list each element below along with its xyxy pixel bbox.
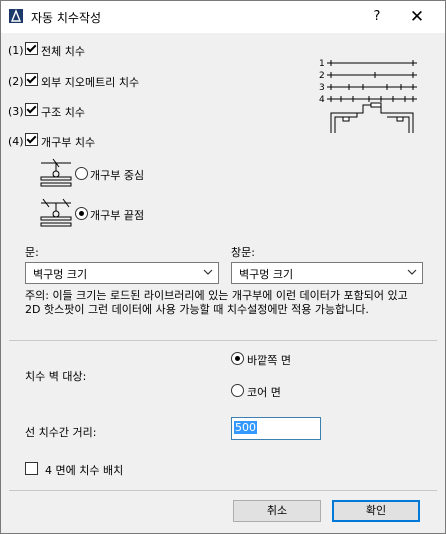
door-size-select[interactable]: 벽구멍 크기 xyxy=(25,262,219,284)
opening-center-radio[interactable] xyxy=(75,167,88,180)
chevron-down-icon xyxy=(407,269,417,275)
archicad-app-icon xyxy=(9,9,23,23)
note-text: 주의: 이들 크기는 로드된 라이브러리에 있는 개구부에 이런 데이터가 포함… xyxy=(25,289,408,316)
ok-button[interactable]: 확인 xyxy=(332,500,420,522)
separator xyxy=(9,340,437,341)
distance-input[interactable]: 500 xyxy=(231,417,321,440)
exterior-geometry-checkbox[interactable] xyxy=(25,73,38,86)
window-size-value: 벽구멍 크기 xyxy=(239,268,294,281)
cancel-button[interactable]: 취소 xyxy=(233,500,321,522)
opening-center-label[interactable]: 개구부 중심 xyxy=(90,167,144,183)
outer-face-label[interactable]: 바깥쪽 면 xyxy=(247,352,291,368)
distance-label: 선 치수간 거리: xyxy=(25,426,97,439)
option-3-number: (3) xyxy=(8,105,24,118)
chevron-down-icon xyxy=(203,269,213,275)
preview-number-4: 4 xyxy=(319,95,325,105)
structure-dimension-label[interactable]: 구조 치수 xyxy=(41,104,85,120)
total-dimension-label[interactable]: 전체 치수 xyxy=(41,43,85,59)
outer-face-radio[interactable] xyxy=(231,352,244,365)
option-1-number: (1) xyxy=(8,44,24,57)
preview-number-3: 3 xyxy=(319,83,325,93)
core-face-radio[interactable] xyxy=(231,384,244,397)
total-dimension-checkbox[interactable] xyxy=(25,42,38,55)
opening-edges-label[interactable]: 개구부 끝점 xyxy=(90,207,144,223)
dimension-preview-image: 1 2 3 4 xyxy=(319,59,417,133)
structure-dimension-checkbox[interactable] xyxy=(25,103,38,116)
window-size-select[interactable]: 벽구멍 크기 xyxy=(231,262,423,284)
window-label: 창문: xyxy=(231,246,255,259)
opening-dimension-checkbox[interactable] xyxy=(25,133,38,146)
opening-edges-icon xyxy=(40,198,72,227)
opening-dimension-label[interactable]: 개구부 치수 xyxy=(41,134,95,150)
opening-center-icon xyxy=(40,158,72,187)
door-size-value: 벽구멍 크기 xyxy=(33,268,88,281)
exterior-geometry-label[interactable]: 외부 지오메트리 치수 xyxy=(41,74,139,90)
distance-value: 500 xyxy=(234,421,257,434)
dialog-title: 자동 치수작성 xyxy=(31,11,102,25)
preview-number-1: 1 xyxy=(319,59,325,69)
four-sides-checkbox[interactable] xyxy=(25,462,38,475)
door-label: 문: xyxy=(25,246,39,259)
preview-number-2: 2 xyxy=(319,71,325,81)
opening-edges-radio[interactable] xyxy=(75,207,88,220)
auto-dimension-dialog: 자동 치수작성 ? ✕ (1) 전체 치수 (2) 외부 지오메트리 치수 (3… xyxy=(0,0,446,534)
title-bar: 자동 치수작성 ? ✕ xyxy=(1,1,445,33)
help-button[interactable]: ? xyxy=(363,5,391,29)
close-button[interactable]: ✕ xyxy=(399,5,435,29)
wall-target-label: 치수 벽 대상: xyxy=(25,370,87,383)
separator xyxy=(9,490,437,491)
four-sides-label[interactable]: 4 면에 치수 배치 xyxy=(45,462,123,478)
option-2-number: (2) xyxy=(8,75,24,88)
core-face-label[interactable]: 코어 면 xyxy=(247,384,281,400)
option-4-number: (4) xyxy=(8,135,24,148)
